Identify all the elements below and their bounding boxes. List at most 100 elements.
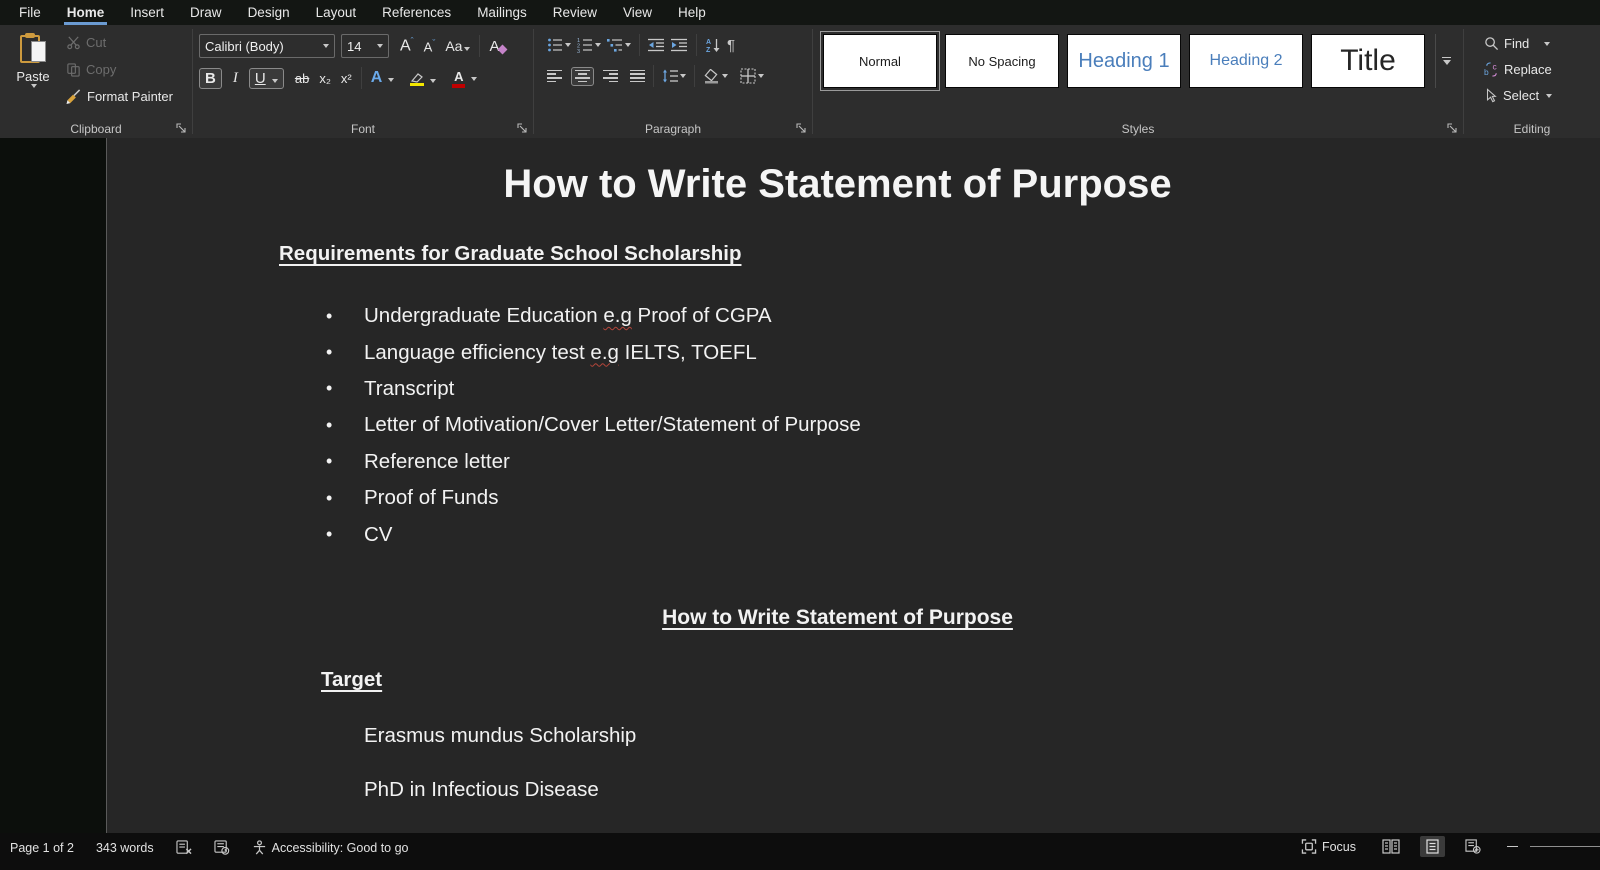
- align-right-button[interactable]: [600, 68, 621, 85]
- tab-draw[interactable]: Draw: [177, 0, 235, 25]
- text-effects-button[interactable]: A: [366, 68, 399, 88]
- tab-layout[interactable]: Layout: [303, 0, 370, 25]
- focus-button[interactable]: Focus: [1295, 837, 1362, 856]
- find-button[interactable]: Find: [1480, 34, 1556, 53]
- tab-insert[interactable]: Insert: [117, 0, 177, 25]
- bullet-list-button[interactable]: [544, 35, 574, 55]
- tab-home[interactable]: Home: [54, 0, 118, 25]
- style-no-spacing[interactable]: No Spacing: [945, 34, 1059, 88]
- decrease-indent-button[interactable]: [645, 36, 668, 54]
- font-dialog-launcher[interactable]: [516, 122, 529, 135]
- font-name-select[interactable]: Calibri (Body): [199, 34, 335, 58]
- tab-mailings[interactable]: Mailings: [464, 0, 540, 25]
- chevron-down-icon[interactable]: [680, 74, 686, 78]
- chevron-down-icon[interactable]: [271, 78, 278, 83]
- chevron-down-icon: [377, 44, 383, 48]
- word-count[interactable]: 343 words: [90, 839, 160, 857]
- italic-button[interactable]: I: [228, 69, 243, 88]
- grow-font-button[interactable]: Aˆ: [395, 35, 419, 56]
- chevron-down-icon[interactable]: [1546, 93, 1553, 98]
- chevron-down-icon[interactable]: [430, 78, 437, 83]
- chevron-down-icon[interactable]: [722, 74, 728, 78]
- format-painter-button[interactable]: Format Painter: [62, 87, 177, 106]
- text-effects-glyph: A: [370, 69, 382, 86]
- chevron-down-icon[interactable]: [758, 74, 764, 78]
- paragraph-dialog-launcher[interactable]: [795, 122, 808, 135]
- borders-button[interactable]: [737, 66, 767, 86]
- tab-references[interactable]: References: [369, 0, 464, 25]
- change-case-button[interactable]: Aa: [440, 37, 475, 55]
- sort-button[interactable]: AZ: [702, 35, 724, 55]
- subscript-button[interactable]: x₂: [314, 70, 336, 87]
- numbered-list-button[interactable]: 123: [574, 35, 604, 55]
- font-size-select[interactable]: 14: [341, 34, 389, 58]
- font-color-bar: [452, 84, 466, 88]
- tab-file[interactable]: File: [6, 0, 54, 25]
- document-page[interactable]: How to Write Statement of Purpose Requir…: [106, 138, 1600, 833]
- underline-button[interactable]: U: [248, 67, 284, 89]
- tab-view[interactable]: View: [610, 0, 665, 25]
- styles-dialog-launcher[interactable]: [1446, 122, 1459, 135]
- font-color-button[interactable]: A: [447, 67, 482, 89]
- zoom-out-icon[interactable]: [1507, 845, 1518, 848]
- font-group: Calibri (Body) 14 Aˆ Aˇ Aa A B I U ab x₂…: [193, 25, 533, 138]
- style-heading-2[interactable]: Heading 2: [1189, 34, 1303, 88]
- style-heading-1[interactable]: Heading 1: [1067, 34, 1181, 88]
- accessibility-icon: [252, 840, 267, 855]
- read-mode-button[interactable]: [1376, 836, 1406, 857]
- status-bar: Page 1 of 2 343 words Accessibility: Goo…: [0, 833, 1600, 870]
- bold-button[interactable]: B: [199, 67, 222, 89]
- multilevel-list-button[interactable]: [604, 35, 634, 55]
- accessibility-status[interactable]: Accessibility: Good to go: [246, 838, 415, 857]
- page-indicator[interactable]: Page 1 of 2: [4, 839, 80, 857]
- tab-review[interactable]: Review: [540, 0, 610, 25]
- zoom-control[interactable]: [1501, 844, 1600, 850]
- select-button[interactable]: Select: [1480, 86, 1556, 105]
- bullet-item: • Language efficiency test e.g IELTS, TO…: [326, 340, 757, 364]
- bullet-item: • Proof of Funds: [326, 486, 499, 510]
- strikethrough-button[interactable]: ab: [290, 70, 314, 87]
- target-item: Erasmus mundus Scholarship: [364, 724, 637, 747]
- increase-indent-button[interactable]: [668, 36, 691, 54]
- highlight-button[interactable]: [405, 69, 441, 88]
- style-normal[interactable]: Normal: [823, 34, 937, 88]
- requirements-bullet-list: • Undergraduate Education e.g Proof of C…: [326, 298, 861, 553]
- style-title[interactable]: Title: [1311, 34, 1425, 88]
- line-spacing-button[interactable]: [659, 67, 689, 85]
- font-group-label: Font: [350, 122, 375, 136]
- zoom-slider[interactable]: [1530, 846, 1600, 847]
- shading-button[interactable]: [700, 67, 731, 86]
- chevron-down-icon[interactable]: [595, 43, 601, 47]
- strikethrough-glyph: ab: [294, 70, 310, 86]
- copy-button[interactable]: Copy: [62, 60, 177, 79]
- chevron-down-icon[interactable]: [388, 78, 395, 82]
- accessibility-label: Accessibility: Good to go: [271, 840, 409, 855]
- chevron-down-icon[interactable]: [1544, 41, 1551, 46]
- justify-button[interactable]: [627, 68, 648, 85]
- paste-button[interactable]: Paste: [10, 33, 56, 111]
- chevron-down-icon[interactable]: [471, 77, 478, 82]
- tab-help[interactable]: Help: [665, 0, 719, 25]
- cut-button[interactable]: Cut: [62, 33, 177, 52]
- replace-button[interactable]: b c Replace: [1480, 60, 1556, 79]
- shrink-font-button[interactable]: Aˇ: [419, 37, 441, 55]
- bullet-item: • Undergraduate Education e.g Proof of C…: [326, 304, 772, 328]
- more-styles-button[interactable]: [1435, 34, 1457, 88]
- search-icon: [1484, 36, 1499, 51]
- editor-button[interactable]: [208, 838, 236, 857]
- print-layout-button[interactable]: [1420, 836, 1445, 857]
- align-center-button[interactable]: [571, 66, 594, 86]
- superscript-button[interactable]: x²: [336, 70, 357, 87]
- clear-formatting-button[interactable]: A: [484, 37, 508, 56]
- bold-glyph: B: [205, 69, 216, 87]
- pilcrow-button[interactable]: ¶: [724, 35, 738, 56]
- paragraph-group: 123 A Z ¶ Paragraph: [534, 25, 812, 138]
- proofing-errors-button[interactable]: [170, 838, 198, 857]
- tab-design[interactable]: Design: [235, 0, 303, 25]
- clipboard-dialog-launcher[interactable]: [175, 122, 188, 135]
- chevron-down-icon[interactable]: [565, 43, 571, 47]
- paste-chevron-icon[interactable]: [31, 84, 37, 88]
- align-left-button[interactable]: [544, 68, 565, 85]
- chevron-down-icon[interactable]: [625, 43, 631, 47]
- web-layout-button[interactable]: [1459, 836, 1487, 857]
